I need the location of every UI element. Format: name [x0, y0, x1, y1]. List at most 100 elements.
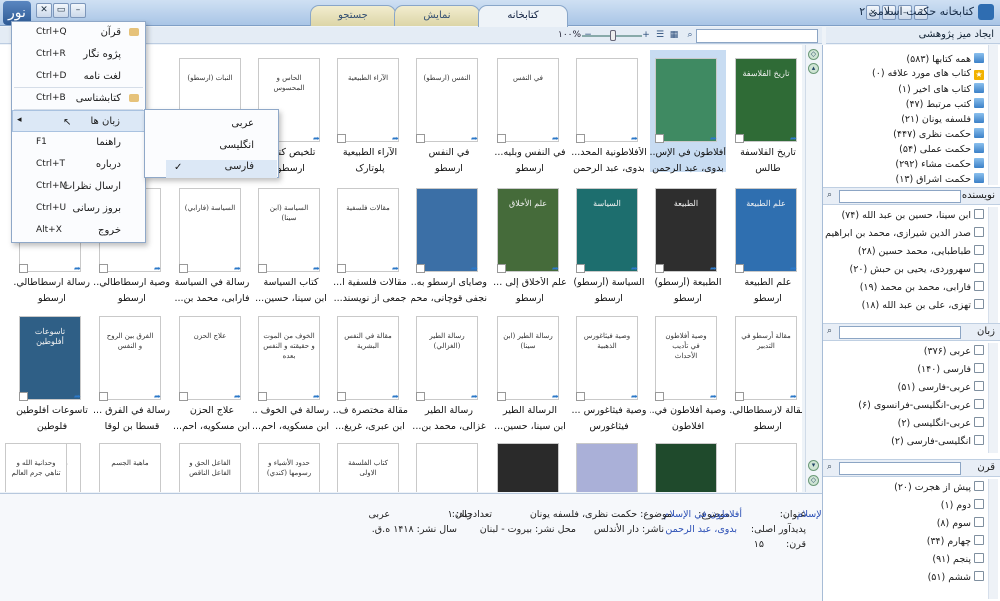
checkbox[interactable]: [974, 263, 984, 273]
book-item[interactable]: ➦ أفلاطون في الإس... بدوی، عبد الرحمن: [650, 50, 726, 174]
open-book-icon[interactable]: ➦: [471, 134, 478, 143]
lang-english-option[interactable]: انگلیسی: [219, 140, 254, 151]
checkbox[interactable]: [974, 363, 984, 373]
book-cover[interactable]: وصية أفلاطون في تأديب الأحداث: [655, 316, 717, 400]
book-cover[interactable]: الطبيعة: [655, 188, 717, 272]
langs-item[interactable]: عربی-فارسی (۵۱): [898, 381, 984, 393]
lang-persian-option[interactable]: فارسی ✓: [166, 160, 277, 178]
open-book-icon[interactable]: ➦: [552, 134, 559, 143]
favorite-checkbox[interactable]: [735, 264, 744, 273]
scroll-down-icon[interactable]: ▾: [808, 460, 819, 471]
menu-item-languages[interactable]: زبان ها ◂ ↖: [12, 110, 145, 132]
checkbox[interactable]: [974, 417, 984, 427]
author-search-input[interactable]: [839, 190, 961, 203]
collections-item[interactable]: حکمت نظری (۴۴۷): [893, 128, 984, 140]
collections-item[interactable]: حکمت اشراق (۱۳): [896, 173, 984, 185]
book-cover[interactable]: [416, 443, 478, 492]
book-cover[interactable]: السياسة (فارابي): [179, 188, 241, 272]
favorite-checkbox[interactable]: [416, 392, 425, 401]
open-book-icon[interactable]: ➦: [74, 392, 81, 401]
langs-item[interactable]: فارسی (۱۴۰): [917, 363, 984, 375]
book-cover[interactable]: حدود الأشياء و رسومها (كندي): [258, 443, 320, 492]
book-cover[interactable]: [655, 443, 717, 492]
authors-item[interactable]: طباطبایی، محمد حسین (۲۸): [858, 245, 984, 257]
favorite-checkbox[interactable]: [337, 134, 346, 143]
checkbox[interactable]: [974, 481, 984, 491]
book-cover[interactable]: في النفس: [497, 58, 559, 142]
favorite-checkbox[interactable]: [337, 392, 346, 401]
open-book-icon[interactable]: ➦: [710, 264, 717, 273]
search-icon[interactable]: ⌕: [684, 30, 696, 41]
favorite-checkbox[interactable]: [99, 392, 108, 401]
favorite-checkbox[interactable]: [735, 392, 744, 401]
new-research-table-button[interactable]: ایجاد میز پژوهشی: [826, 27, 1000, 44]
favorite-checkbox[interactable]: [497, 392, 506, 401]
tab-search[interactable]: جستجو: [310, 5, 396, 26]
maximize-icon[interactable]: ▭: [53, 3, 69, 18]
collections-item[interactable]: کتاب های اخیر (۱): [898, 83, 984, 95]
book-cover[interactable]: ماهية الجسم: [99, 443, 161, 492]
langs-item[interactable]: عربی-انگلیسی-فرانسوی (۶): [858, 399, 984, 411]
book-cover[interactable]: الفرق بين الروح و النفس: [99, 316, 161, 400]
open-book-icon[interactable]: ➦: [631, 392, 638, 401]
favorite-checkbox[interactable]: [337, 264, 346, 273]
collections-item[interactable]: کتب مرتبط (۴۷): [906, 98, 984, 110]
book-cover[interactable]: [576, 443, 638, 492]
book-cover[interactable]: رسالة الطير (ابن سينا): [497, 316, 559, 400]
checkbox[interactable]: [974, 553, 984, 563]
favorite-checkbox[interactable]: [497, 264, 506, 273]
open-book-icon[interactable]: ➦: [392, 392, 399, 401]
author-scrollbar[interactable]: [988, 207, 998, 325]
book-cover[interactable]: مقالات فلسفية: [337, 188, 399, 272]
centuries-item[interactable]: دوم (۱): [941, 499, 984, 511]
authors-item[interactable]: تهزی، علی بن عبد الله (۱۸): [862, 299, 984, 311]
book-cover[interactable]: مقالة أرسطو في التدبير: [735, 316, 797, 400]
centuries-item[interactable]: پیش از هجرت (۲۰): [894, 481, 984, 493]
favorite-checkbox[interactable]: [19, 392, 28, 401]
book-cover[interactable]: علاج الحزن: [179, 316, 241, 400]
book-cover[interactable]: علم الطبيعة: [735, 188, 797, 272]
checkbox[interactable]: [974, 399, 984, 409]
book-cover[interactable]: السياسة (ابن سينا): [258, 188, 320, 272]
centuries-item[interactable]: پنجم (۹۱): [932, 553, 984, 565]
scroll-bottom-icon[interactable]: ◇: [808, 475, 819, 486]
language-search-input[interactable]: [839, 326, 961, 339]
menu-item-about[interactable]: درباره Ctrl+T: [12, 154, 145, 176]
centuries-item[interactable]: چهارم (۳۴): [927, 535, 984, 547]
centuries-item[interactable]: سوم (۸): [937, 517, 984, 529]
book-cover[interactable]: الفاعل الحق و الفاعل الناقص: [179, 443, 241, 492]
collections-item[interactable]: حکمت عملی (۵۴): [899, 143, 984, 155]
favorite-checkbox[interactable]: [179, 392, 188, 401]
open-book-icon[interactable]: ➦: [313, 264, 320, 273]
collections-scrollbar[interactable]: [988, 45, 998, 185]
checkbox[interactable]: [974, 499, 984, 509]
open-book-icon[interactable]: ➦: [392, 264, 399, 273]
menu-item-research-notes[interactable]: پژوه نگار Ctrl+R: [12, 44, 145, 66]
favorite-checkbox[interactable]: [576, 392, 585, 401]
open-book-icon[interactable]: ➦: [710, 134, 717, 143]
zoom-out-icon[interactable]: −: [582, 30, 594, 41]
tab-view[interactable]: نمایش: [394, 5, 480, 26]
scroll-up-icon[interactable]: ▴: [808, 63, 819, 74]
menu-item-quran[interactable]: قرآن Ctrl+Q: [12, 22, 145, 44]
favorite-checkbox[interactable]: [655, 134, 664, 143]
open-book-icon[interactable]: ➦: [790, 134, 797, 143]
open-book-icon[interactable]: ➦: [790, 392, 797, 401]
book-cover[interactable]: تاسوعات أفلوطين: [19, 316, 81, 400]
menu-item-dictionary[interactable]: لغت نامه Ctrl+D: [12, 66, 145, 88]
open-book-icon[interactable]: ➦: [74, 264, 81, 273]
book-title-link[interactable]: أفلاطون في الإسلام: [664, 509, 742, 520]
favorite-checkbox[interactable]: [258, 264, 267, 273]
favorite-checkbox[interactable]: [576, 264, 585, 273]
favorite-checkbox[interactable]: [179, 264, 188, 273]
book-cover[interactable]: [655, 58, 717, 142]
menu-item-update[interactable]: بروز رسانی Ctrl+U: [12, 198, 145, 220]
book-cover[interactable]: وحدانية الله و تناهي جرم العالم: [5, 443, 67, 492]
authors-item[interactable]: صدر الدین شیرازی، محمد بن ابراهیم: [825, 227, 984, 239]
book-cover[interactable]: النفس (ارسطو): [416, 58, 478, 142]
menu-item-help[interactable]: راهنما F1: [12, 132, 145, 154]
book-cover[interactable]: [576, 58, 638, 142]
collections-item[interactable]: فلسفه یونان (۲۱): [901, 113, 984, 125]
open-book-icon[interactable]: ➦: [631, 134, 638, 143]
menu-item-send-feedback[interactable]: ارسال نظرات Ctrl+M: [12, 176, 145, 198]
